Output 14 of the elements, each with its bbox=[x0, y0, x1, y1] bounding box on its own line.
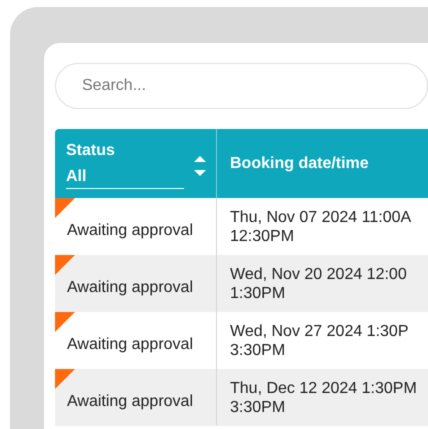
column-title: Status bbox=[66, 142, 116, 160]
table-cell: Awaiting approval bbox=[55, 369, 217, 426]
column-title: Booking date/time bbox=[230, 154, 369, 172]
table-cell: 3:30PM bbox=[230, 340, 286, 360]
search-field[interactable]: Search... bbox=[55, 63, 428, 109]
table-cell: 1:30PM bbox=[230, 284, 286, 302]
filter-field[interactable]: All bbox=[66, 168, 184, 189]
table-cell: 3:30PM bbox=[230, 398, 286, 416]
table-cell: Thu, Nov 07 2024 11:00A bbox=[230, 208, 412, 226]
table-cell: Wed, Nov 20 2024 12:00 bbox=[230, 264, 407, 284]
table-cell: Thu, Dec 12 2024 1:30PM bbox=[230, 378, 417, 398]
table-cell: 12:30PM bbox=[230, 226, 294, 246]
table-cell: Wed, Nov 27 2024 1:30P bbox=[230, 322, 408, 340]
sort-icon[interactable] bbox=[194, 156, 206, 176]
